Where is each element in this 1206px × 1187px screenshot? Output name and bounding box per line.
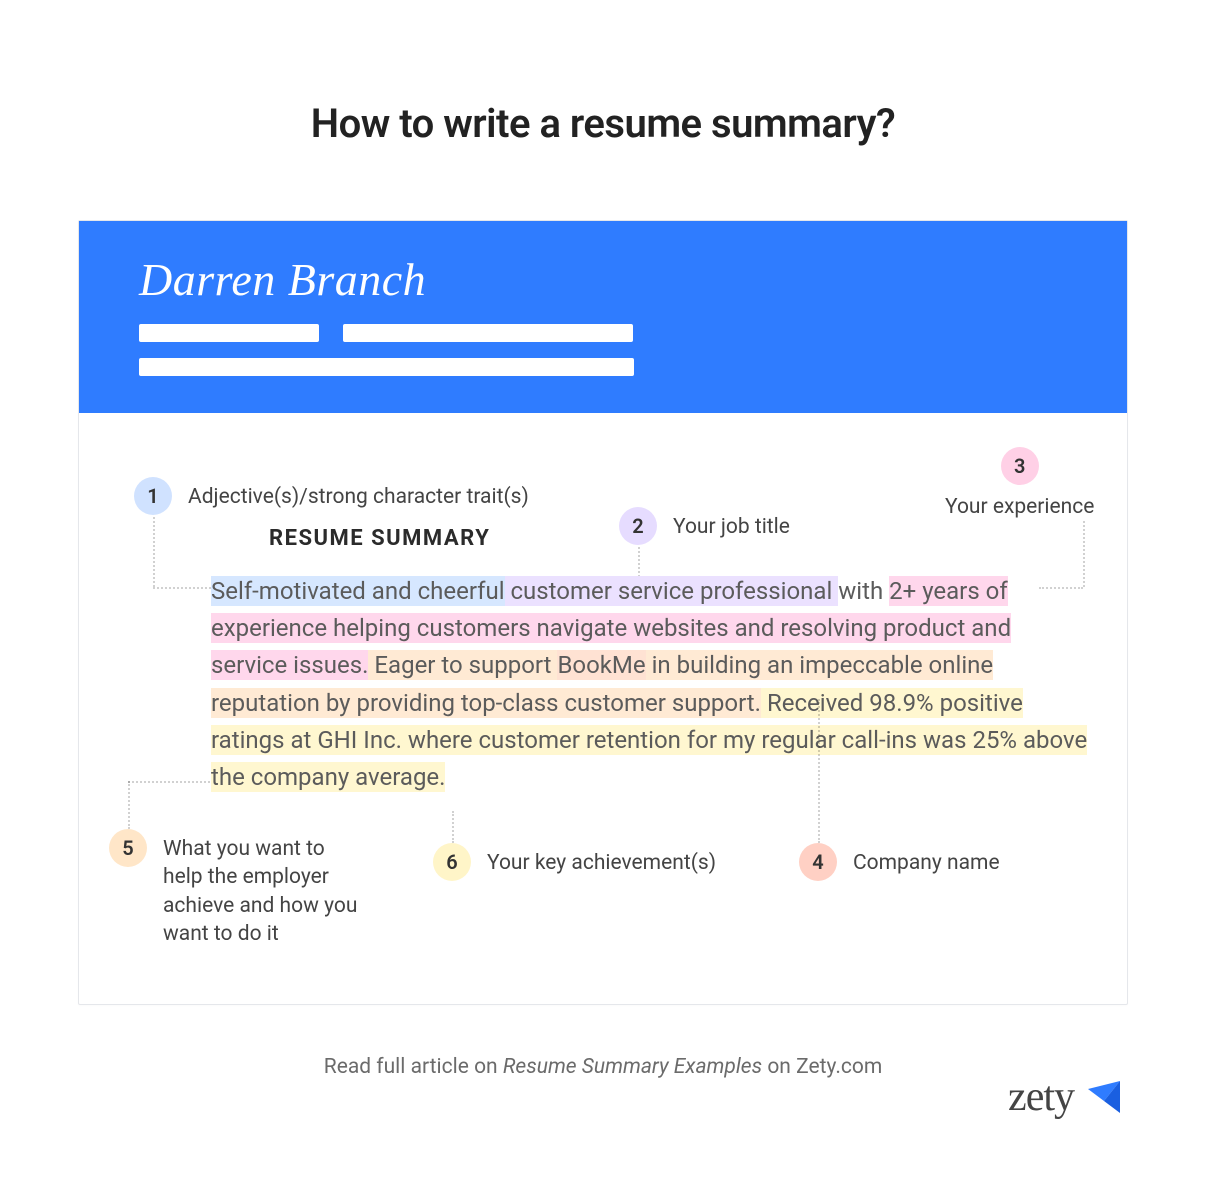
footer-link: Resume Summary Examples <box>503 1055 762 1079</box>
annotation-5: 5 What you want to help the employer ach… <box>109 829 363 948</box>
annotation-1: 1 Adjective(s)/strong character trait(s) <box>134 477 614 515</box>
badge-1: 1 <box>134 477 172 515</box>
annotation-3-label: Your experience <box>945 493 1094 521</box>
connector-5 <box>128 781 130 829</box>
connector-4 <box>818 699 820 843</box>
annotation-5-label: What you want to help the employer achie… <box>163 829 363 948</box>
annotation-4-label: Company name <box>853 843 1000 877</box>
brand-logo: zety <box>1008 1073 1124 1121</box>
footer-prefix: Read full article on <box>324 1055 503 1079</box>
segment-goal-pre: Eager to support <box>368 650 557 680</box>
placeholder-bar <box>139 324 319 342</box>
badge-6: 6 <box>433 843 471 881</box>
badge-3: 3 <box>1001 447 1039 485</box>
connector-1 <box>153 517 155 587</box>
brand-mark-icon <box>1084 1077 1124 1117</box>
resume-card: Darren Branch 1 Adjective(s)/strong char… <box>78 220 1128 1005</box>
badge-2: 2 <box>619 507 657 545</box>
connector-5h <box>128 781 210 783</box>
summary-body: Self-motivated and cheerful customer ser… <box>211 573 1091 796</box>
segment-plain-with: with <box>838 577 889 605</box>
resume-name: Darren Branch <box>139 253 1067 306</box>
brand-name: zety <box>1008 1073 1074 1121</box>
annotation-6-label: Your key achievement(s) <box>487 843 716 877</box>
section-heading: RESUME SUMMARY <box>269 526 490 551</box>
placeholder-bar <box>139 358 634 376</box>
placeholder-row-1 <box>139 324 1067 342</box>
annotation-6: 6 Your key achievement(s) <box>433 843 716 881</box>
placeholder-bar <box>343 324 633 342</box>
badge-4: 4 <box>799 843 837 881</box>
badge-5: 5 <box>109 829 147 867</box>
annotation-2-label: Your job title <box>673 507 790 541</box>
footer-suffix: on Zety.com <box>762 1055 882 1079</box>
connector-1h <box>153 587 211 589</box>
annotation-4: 4 Company name <box>799 843 1000 881</box>
annotation-1-label: Adjective(s)/strong character trait(s) <box>188 477 529 511</box>
resume-header: Darren Branch <box>79 221 1127 413</box>
annotation-2: 2 Your job title <box>619 507 790 545</box>
connector-6 <box>452 811 454 843</box>
placeholder-row-2 <box>139 358 1067 376</box>
annotation-3: 3 Your experience <box>945 447 1094 521</box>
segment-company: BookMe <box>557 650 645 680</box>
page-title: How to write a resume summary? <box>0 0 1206 147</box>
segment-adjectives: Self-motivated and cheerful <box>211 576 505 606</box>
segment-job-title: customer service professional <box>505 576 839 606</box>
